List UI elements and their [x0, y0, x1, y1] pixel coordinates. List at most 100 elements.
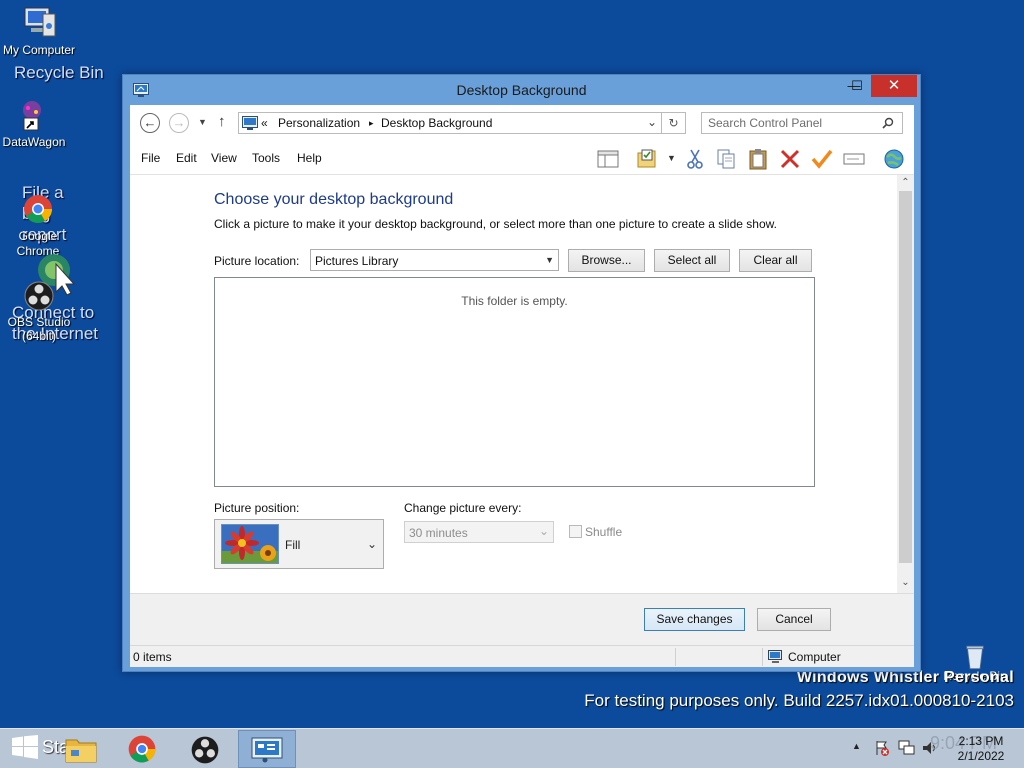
window-client-area: ← → ▼ ↑ « Personalization ▸ Desktop Back…: [130, 105, 914, 667]
flower-thumbnail: [221, 524, 279, 564]
rename-icon[interactable]: [842, 148, 866, 170]
vertical-scrollbar[interactable]: ⌃ ⌄: [897, 175, 914, 593]
picture-location-value: Pictures Library: [315, 254, 399, 268]
breadcrumb-personalization[interactable]: Personalization: [278, 116, 360, 130]
network-icon[interactable]: [898, 740, 916, 756]
change-picture-label: Change picture every:: [404, 501, 522, 515]
folder-icon: [65, 739, 97, 763]
menu-edit[interactable]: Edit: [176, 151, 197, 165]
desktop-icon-my-computer[interactable]: My Computer: [0, 4, 82, 57]
desktop-icon-label: OBS Studio (64bit): [7, 315, 71, 343]
title-bar[interactable]: Desktop Background — ☐ ✕: [123, 75, 920, 105]
chrome-icon: [24, 195, 52, 223]
chrome-icon: [128, 735, 156, 763]
chevron-down-icon: ⌄: [538, 524, 549, 538]
picture-position-value: Fill: [285, 538, 301, 552]
page-description: Click a picture to make it your desktop …: [214, 217, 777, 231]
checkmark-icon[interactable]: [810, 148, 834, 170]
select-all-button[interactable]: Select all: [654, 249, 730, 272]
desktop-icon-obs-studio[interactable]: OBS Studio (64bit): [0, 278, 82, 343]
desktop-background-window: Desktop Background — ☐ ✕ ← → ▼ ↑ « Perso…: [122, 74, 921, 672]
search-icon[interactable]: [882, 117, 894, 129]
taskbar-control-panel[interactable]: [238, 730, 296, 768]
clock-time: 2:13 PM: [958, 734, 1004, 748]
status-separator: [675, 648, 676, 666]
scroll-down-icon[interactable]: ⌄: [897, 577, 914, 588]
cancel-button[interactable]: Cancel: [757, 608, 831, 631]
delete-icon[interactable]: [778, 148, 802, 170]
action-center-flag-icon[interactable]: [874, 740, 890, 756]
control-panel-icon: [251, 737, 283, 763]
cut-icon[interactable]: [683, 148, 707, 170]
properties-icon[interactable]: [635, 148, 659, 170]
search-box[interactable]: [701, 112, 903, 134]
status-bar: 0 items Computer: [130, 645, 914, 667]
chevron-down-icon[interactable]: ⌄: [647, 115, 657, 129]
clock-date: 2/1/2022: [957, 749, 1005, 763]
save-changes-button[interactable]: Save changes: [644, 608, 745, 631]
shuffle-label: Shuffle: [585, 525, 623, 539]
picture-location-label: Picture location:: [214, 254, 300, 268]
picture-position-select[interactable]: Fill ⌄: [214, 519, 384, 569]
preview-pane-icon[interactable]: [596, 148, 620, 170]
globe-icon[interactable]: [882, 148, 906, 170]
picture-list[interactable]: This folder is empty.: [214, 277, 815, 487]
status-separator: [762, 648, 763, 666]
computer-icon: [24, 7, 56, 37]
datawagon-icon: [23, 101, 41, 131]
menu-view[interactable]: View: [211, 151, 237, 165]
show-hidden-icons-icon[interactable]: ▲: [852, 741, 861, 751]
chevron-down-icon: ⌄: [366, 537, 377, 551]
chevron-down-icon: ▼: [545, 255, 554, 265]
watermark-build: For testing purposes only. Build 2257.id…: [584, 691, 1014, 710]
change-picture-select[interactable]: 30 minutes ⌄: [404, 521, 554, 543]
taskbar-obs[interactable]: [176, 730, 234, 768]
chevron-down-icon[interactable]: ▼: [667, 153, 676, 163]
desktop-icon-label: My Computer: [2, 43, 76, 57]
refresh-button[interactable]: ↻: [662, 112, 686, 134]
paste-icon[interactable]: [746, 148, 770, 170]
recent-pages-dropdown[interactable]: ▼: [198, 117, 207, 127]
item-count: 0 items: [133, 650, 172, 664]
menu-bar: File Edit View Tools Help ▼: [130, 141, 914, 175]
clock[interactable]: 2:13 PM 2/1/2022: [946, 734, 1016, 764]
close-button[interactable]: ✕: [871, 75, 917, 97]
windows-logo-icon: [12, 735, 38, 759]
window-title: Desktop Background: [456, 82, 587, 98]
breadcrumb-overflow[interactable]: «: [261, 116, 268, 130]
control-panel-icon: [242, 116, 258, 130]
address-row: ← → ▼ ↑ « Personalization ▸ Desktop Back…: [130, 105, 914, 141]
recycle-bin-icon: [966, 645, 984, 670]
empty-folder-message: This folder is empty.: [461, 294, 568, 308]
obs-icon: [24, 281, 54, 311]
browse-button[interactable]: Browse...: [568, 249, 645, 272]
search-input[interactable]: [708, 113, 878, 133]
change-picture-value: 30 minutes: [409, 526, 468, 540]
address-bar[interactable]: « Personalization ▸ Desktop Background ⌄: [238, 112, 662, 134]
copy-icon[interactable]: [714, 148, 738, 170]
forward-button[interactable]: →: [169, 113, 189, 133]
scroll-thumb[interactable]: [899, 191, 912, 563]
scroll-up-icon[interactable]: ⌃: [897, 177, 914, 188]
picture-location-select[interactable]: Pictures Library ▼: [310, 249, 559, 271]
breadcrumb-separator[interactable]: ▸: [369, 118, 374, 129]
taskbar-file-explorer[interactable]: [52, 730, 110, 768]
flower-image: [222, 525, 278, 563]
desktop-icon-datawagon[interactable]: DataWagon: [0, 98, 77, 149]
clear-all-button[interactable]: Clear all: [739, 249, 812, 272]
content-pane: Choose your desktop background Click a p…: [130, 175, 914, 593]
location-label: Computer: [788, 650, 841, 664]
breadcrumb-desktop-background[interactable]: Desktop Background: [381, 116, 492, 130]
desktop-icon-label: DataWagon: [2, 135, 66, 149]
maximize-button[interactable]: ☐: [843, 75, 871, 97]
up-button[interactable]: ↑: [218, 113, 226, 130]
menu-tools[interactable]: Tools: [252, 151, 280, 165]
dialog-footer: Save changes Cancel: [130, 593, 914, 645]
menu-help[interactable]: Help: [297, 151, 322, 165]
ghost-label-recycle-bin: Recycle Bin: [14, 63, 104, 82]
taskbar-chrome[interactable]: [114, 730, 172, 768]
shuffle-checkbox[interactable]: [569, 525, 582, 538]
back-button[interactable]: ←: [140, 113, 160, 133]
taskbar: Start ▲ 9:04 PM 2:13 PM 2/1/2022: [0, 728, 1024, 768]
menu-file[interactable]: File: [141, 151, 160, 165]
